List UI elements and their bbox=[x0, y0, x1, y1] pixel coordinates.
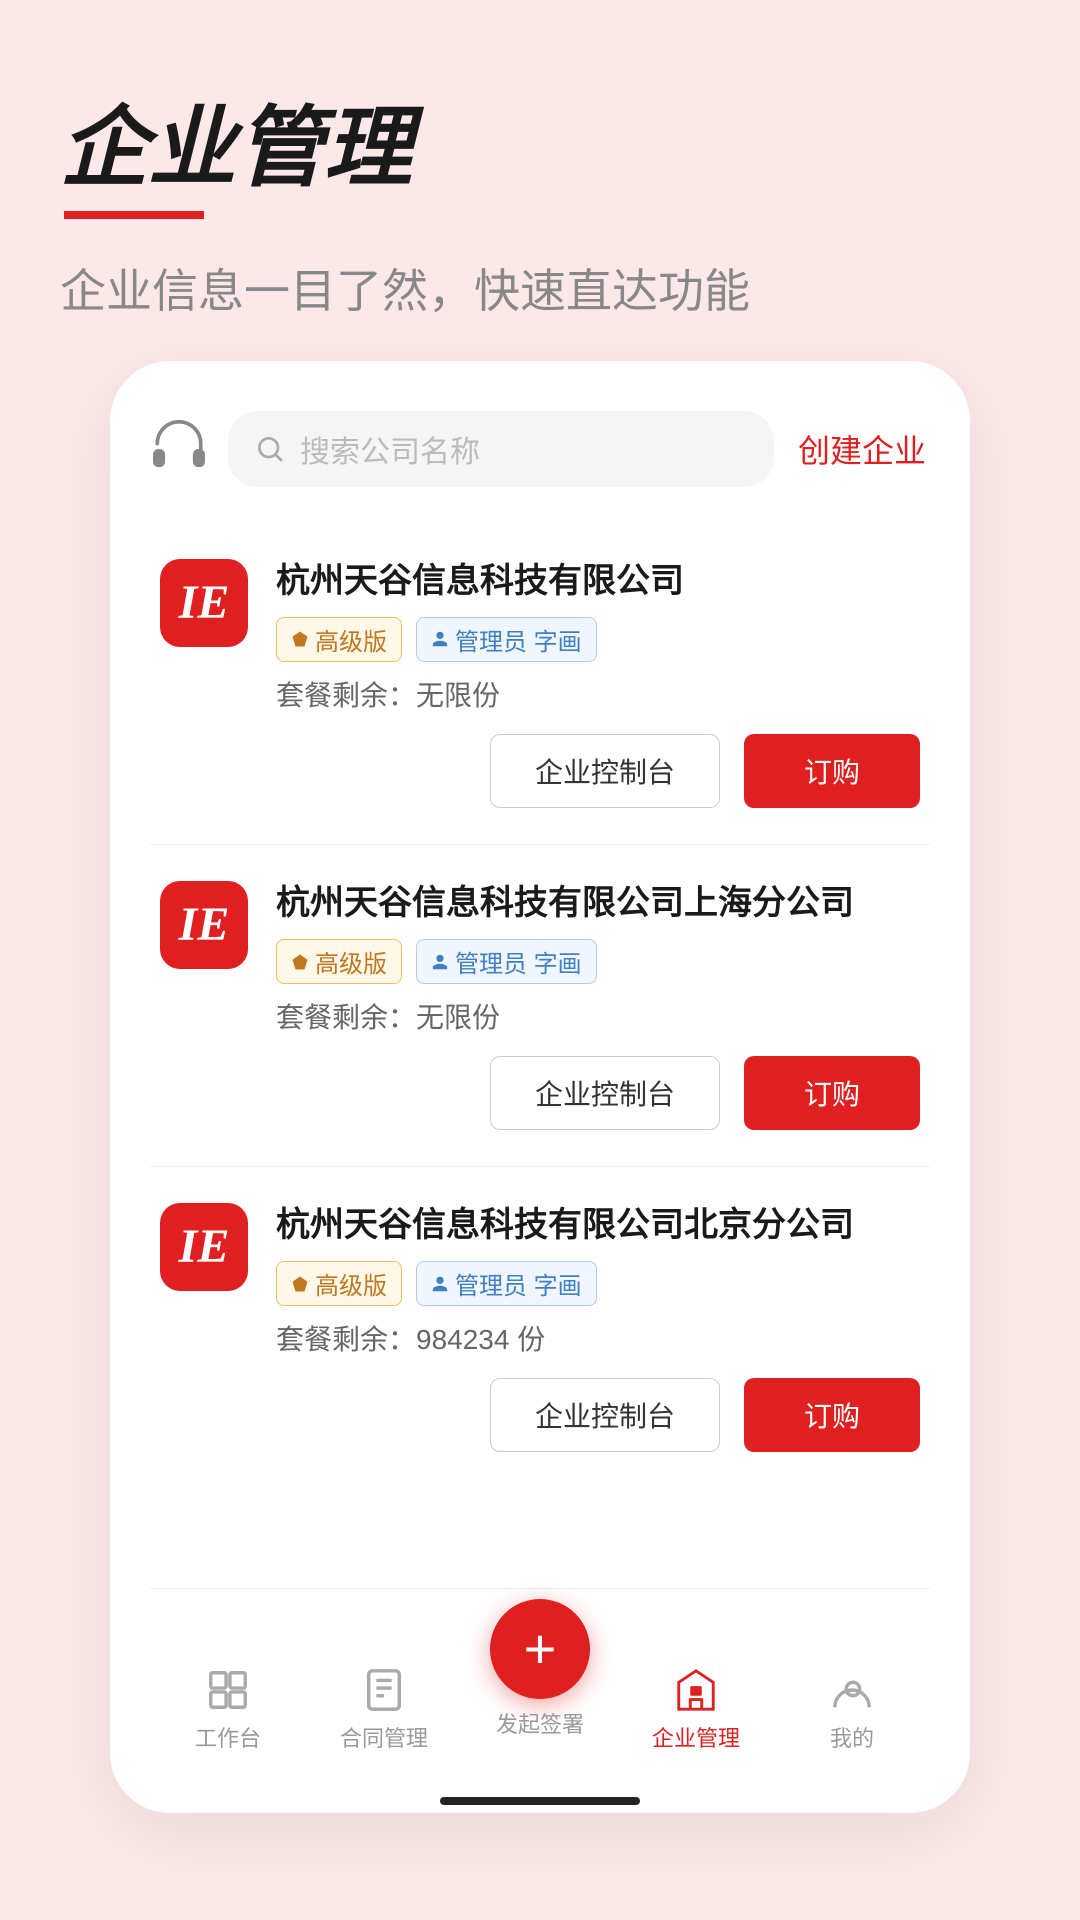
nav-item-mine[interactable]: 我的 bbox=[774, 1667, 930, 1753]
company-name: 杭州天谷信息科技有限公司 bbox=[276, 559, 920, 603]
company-logo: IE bbox=[160, 1203, 248, 1291]
nav-label-workbench: 工作台 bbox=[195, 1721, 261, 1753]
order-button[interactable]: 订购 bbox=[744, 734, 920, 808]
company-logo: IE bbox=[160, 881, 248, 969]
control-panel-button[interactable]: 企业控制台 bbox=[490, 734, 720, 808]
contracts-icon bbox=[361, 1667, 407, 1713]
create-enterprise-button[interactable]: 创建企业 bbox=[794, 418, 930, 480]
plus-icon: + bbox=[524, 1621, 557, 1677]
nav-label-contracts: 合同管理 bbox=[340, 1721, 428, 1753]
nav-item-contracts[interactable]: 合同管理 bbox=[306, 1667, 462, 1753]
logo-icon: IE bbox=[179, 579, 230, 627]
order-button[interactable]: 订购 bbox=[744, 1056, 920, 1130]
bottom-nav: 工作台 合同管理 + 发起签署 企业管理 bbox=[150, 1588, 930, 1781]
company-card: IE 杭州天谷信息科技有限公司上海分公司 高级版 管理员 字画 bbox=[150, 844, 930, 1166]
company-info: 杭州天谷信息科技有限公司 高级版 管理员 字画 套餐剩余：无限份 bbox=[276, 559, 920, 714]
headset-icon[interactable] bbox=[150, 417, 208, 480]
nav-item-sign[interactable]: + 发起签署 bbox=[462, 1599, 618, 1739]
tier-badge: 高级版 bbox=[276, 939, 402, 984]
search-icon bbox=[254, 433, 286, 465]
company-quota: 套餐剩余：984234 份 bbox=[276, 1318, 920, 1358]
diamond-icon bbox=[291, 953, 309, 971]
title-underline bbox=[64, 211, 204, 219]
role-badge: 管理员 字画 bbox=[416, 1261, 597, 1306]
company-tags: 高级版 管理员 字画 bbox=[276, 1261, 920, 1306]
nav-item-enterprise[interactable]: 企业管理 bbox=[618, 1667, 774, 1753]
nav-label-enterprise: 企业管理 bbox=[652, 1721, 740, 1753]
nav-item-workbench[interactable]: 工作台 bbox=[150, 1667, 306, 1753]
tier-badge: 高级版 bbox=[276, 617, 402, 662]
diamond-icon bbox=[291, 1275, 309, 1293]
role-badge: 管理员 字画 bbox=[416, 939, 597, 984]
company-card: IE 杭州天谷信息科技有限公司北京分公司 高级版 管理员 字画 bbox=[150, 1166, 930, 1488]
logo-icon: IE bbox=[179, 901, 230, 949]
company-actions: 企业控制台 订购 bbox=[160, 734, 920, 808]
nav-label-sign: 发起签署 bbox=[496, 1707, 584, 1739]
search-input-wrap[interactable]: 搜索公司名称 bbox=[228, 411, 774, 487]
tier-badge: 高级版 bbox=[276, 1261, 402, 1306]
company-actions: 企业控制台 订购 bbox=[160, 1056, 920, 1130]
nav-label-mine: 我的 bbox=[830, 1721, 874, 1753]
fab-sign-button[interactable]: + bbox=[490, 1599, 590, 1699]
mine-icon bbox=[829, 1667, 875, 1713]
logo-icon: IE bbox=[179, 1223, 230, 1271]
company-quota: 套餐剩余：无限份 bbox=[276, 674, 920, 714]
company-name: 杭州天谷信息科技有限公司上海分公司 bbox=[276, 881, 920, 925]
enterprise-icon bbox=[673, 1667, 719, 1713]
workbench-icon bbox=[205, 1667, 251, 1713]
person-icon bbox=[431, 630, 449, 648]
order-button[interactable]: 订购 bbox=[744, 1378, 920, 1452]
control-panel-button[interactable]: 企业控制台 bbox=[490, 1056, 720, 1130]
page-header: 企业管理 企业信息一目了然，快速直达功能 bbox=[60, 100, 1020, 321]
diamond-icon bbox=[291, 630, 309, 648]
company-tags: 高级版 管理员 字画 bbox=[276, 617, 920, 662]
person-icon bbox=[431, 953, 449, 971]
search-placeholder: 搜索公司名称 bbox=[300, 427, 480, 471]
spacer bbox=[150, 1488, 930, 1568]
company-info: 杭州天谷信息科技有限公司上海分公司 高级版 管理员 字画 套餐剩余：无限份 bbox=[276, 881, 920, 1036]
company-logo: IE bbox=[160, 559, 248, 647]
company-quota: 套餐剩余：无限份 bbox=[276, 996, 920, 1036]
person-icon bbox=[431, 1275, 449, 1293]
company-list: IE 杭州天谷信息科技有限公司 高级版 管理员 字画 bbox=[150, 523, 930, 1489]
company-info: 杭州天谷信息科技有限公司北京分公司 高级版 管理员 字画 套餐剩余：984234… bbox=[276, 1203, 920, 1358]
company-top: IE 杭州天谷信息科技有限公司 高级版 管理员 字画 bbox=[160, 559, 920, 714]
company-top: IE 杭州天谷信息科技有限公司北京分公司 高级版 管理员 字画 bbox=[160, 1203, 920, 1358]
company-tags: 高级版 管理员 字画 bbox=[276, 939, 920, 984]
phone-card: 搜索公司名称 创建企业 IE 杭州天谷信息科技有限公司 高级版 bbox=[110, 361, 970, 1814]
company-card: IE 杭州天谷信息科技有限公司 高级版 管理员 字画 bbox=[150, 523, 930, 844]
search-bar-row: 搜索公司名称 创建企业 bbox=[150, 411, 930, 487]
page-title: 企业管理 bbox=[60, 100, 1020, 219]
role-badge: 管理员 字画 bbox=[416, 617, 597, 662]
page-subtitle: 企业信息一目了然，快速直达功能 bbox=[60, 255, 1020, 321]
control-panel-button[interactable]: 企业控制台 bbox=[490, 1378, 720, 1452]
company-top: IE 杭州天谷信息科技有限公司上海分公司 高级版 管理员 字画 bbox=[160, 881, 920, 1036]
home-indicator bbox=[440, 1797, 640, 1805]
company-name: 杭州天谷信息科技有限公司北京分公司 bbox=[276, 1203, 920, 1247]
company-actions: 企业控制台 订购 bbox=[160, 1378, 920, 1452]
